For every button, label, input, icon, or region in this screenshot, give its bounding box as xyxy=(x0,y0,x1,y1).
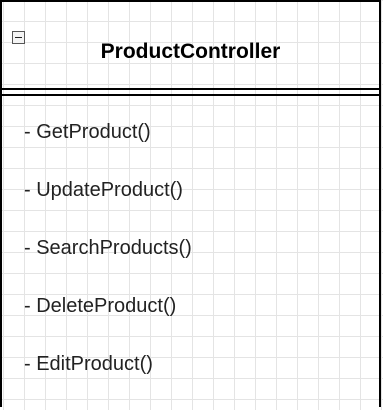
class-header: ProductController xyxy=(2,2,379,90)
method-item[interactable]: - DeleteProduct() xyxy=(24,294,192,352)
attributes-separator xyxy=(2,94,379,96)
method-item[interactable]: - EditProduct() xyxy=(24,352,192,410)
method-item[interactable]: - SearchProducts() xyxy=(24,236,192,294)
methods-list: - GetProduct() - UpdateProduct() - Searc… xyxy=(24,120,192,410)
method-item[interactable]: - UpdateProduct() xyxy=(24,178,192,236)
method-item[interactable]: - GetProduct() xyxy=(24,120,192,178)
class-box-product-controller[interactable]: ProductController - GetProduct() - Updat… xyxy=(0,0,381,407)
class-name: ProductController xyxy=(100,40,281,63)
